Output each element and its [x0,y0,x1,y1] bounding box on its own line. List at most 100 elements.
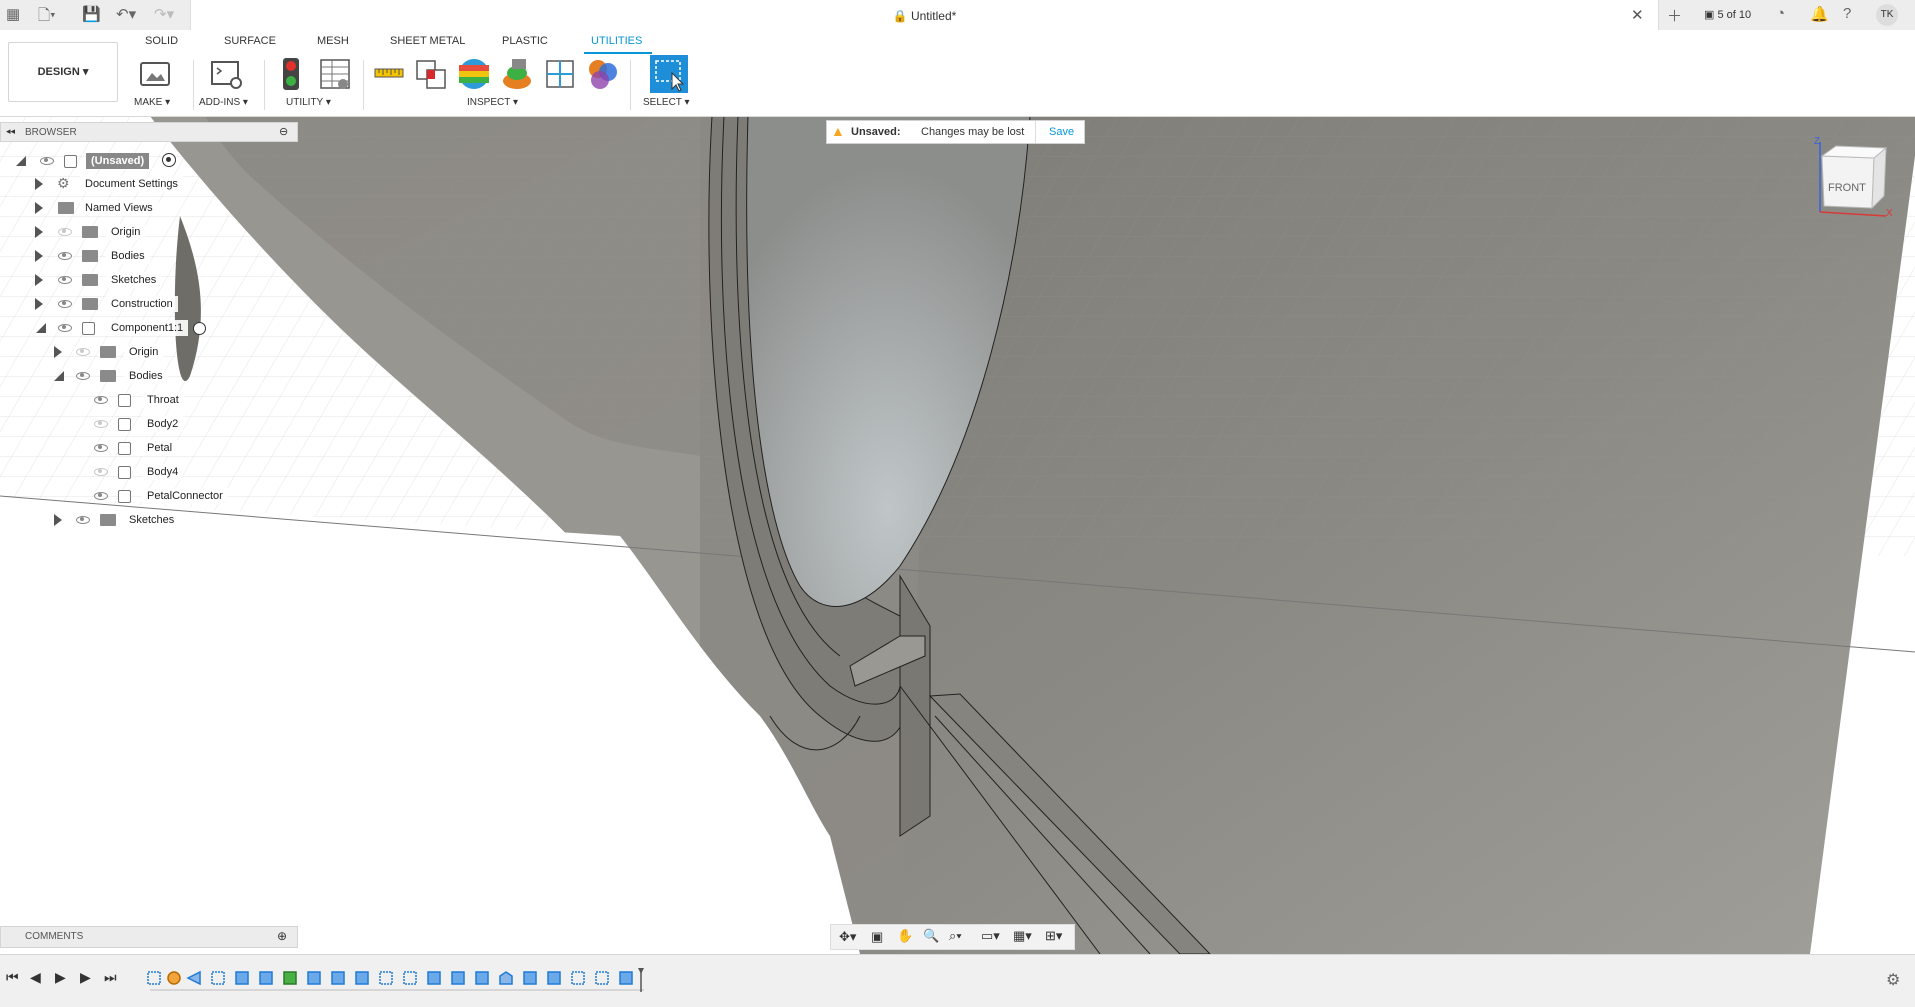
tab-utilities[interactable]: UTILITIES [591,35,642,47]
visibility-eye-icon[interactable] [76,372,90,380]
visibility-eye-icon[interactable] [94,396,108,404]
make-3dprint-icon[interactable] [138,57,172,91]
zoom-icon[interactable]: 🔍 [923,928,939,944]
timeline-play-icon[interactable]: ▶ [55,969,66,986]
expand-triangle-icon[interactable] [35,298,43,310]
clock-icon[interactable]: ◔ [1776,5,1785,22]
viewcube-face-label[interactable]: FRONT [1828,182,1866,194]
expand-triangle-icon[interactable] [35,178,43,190]
workspace-switcher[interactable]: DESIGN ▾ [8,42,118,102]
visibility-eye-icon[interactable] [76,348,90,356]
zebra-analysis-icon[interactable] [457,57,491,91]
browser-node-body-body2[interactable]: Body2 [0,413,220,435]
user-avatar[interactable]: TK [1876,4,1898,26]
tab-solid[interactable]: SOLID [145,35,178,47]
browser-node-body-throat[interactable]: Throat [0,389,220,411]
browser-root-node[interactable]: (Unsaved) [0,150,200,172]
visibility-eye-icon[interactable] [94,492,108,500]
expand-triangle-icon[interactable] [54,346,62,358]
viewcube[interactable]: FRONT Z X [1810,136,1910,226]
browser-node-bodies[interactable]: Bodies [0,245,200,267]
visibility-eye-icon[interactable] [94,468,108,476]
activate-radio-icon[interactable] [193,322,206,335]
parameters-table-icon[interactable] [318,57,352,91]
tab-surface[interactable]: SURFACE [224,35,276,47]
section-analysis-icon[interactable] [543,57,577,91]
timeline-start-icon[interactable]: ⏮ [6,969,19,986]
collapse-panel-icon[interactable]: ◂◂ [6,126,15,137]
expand-triangle-icon[interactable] [35,226,43,238]
expand-triangle-icon[interactable] [54,371,64,381]
timeline-next-icon[interactable]: ▶ [80,969,91,986]
interference-icon[interactable] [414,57,448,91]
bell-icon[interactable]: 🔔 [1810,5,1829,23]
expand-triangle-icon[interactable] [35,250,43,262]
visibility-eye-icon[interactable] [58,228,72,236]
expand-triangle-icon[interactable] [35,202,43,214]
scripts-addins-icon[interactable] [209,57,243,91]
browser-node-origin[interactable]: Origin [0,221,200,243]
group-select[interactable]: SELECT ▾ [643,97,690,108]
redo-icon[interactable]: ↷▾ [154,5,174,23]
component-color-cycle-icon[interactable] [586,57,620,91]
apps-grid-icon[interactable]: ▦ [6,5,20,23]
visibility-eye-icon[interactable] [58,324,72,332]
new-tab-icon[interactable]: ＋ [1667,5,1682,26]
timeline-track[interactable] [146,968,646,992]
timeline-settings-gear-icon[interactable]: ⚙ [1886,970,1900,990]
canvas-viewport[interactable] [0,116,1915,954]
job-status[interactable]: ▣ 5 of 10 [1704,8,1751,21]
browser-node-component-origin[interactable]: Origin [0,341,200,363]
save-button[interactable]: Save [1049,126,1074,138]
visibility-eye-icon[interactable] [94,420,108,428]
browser-node-body-petalconnector[interactable]: PetalConnector [0,485,240,507]
browser-node-component-bodies[interactable]: Bodies [0,365,200,387]
visibility-eye-icon[interactable] [58,276,72,284]
fit-icon[interactable]: ⌕▾ [949,928,962,944]
browser-node-named-views[interactable]: Named Views [0,197,200,219]
visibility-eye-icon[interactable] [94,444,108,452]
browser-node-body-petal[interactable]: Petal [0,437,220,459]
document-tab[interactable]: 🔒 Untitled* ✕ [190,0,1659,34]
visibility-eye-icon[interactable] [40,157,54,165]
add-comment-icon[interactable]: ⊕ [277,929,287,943]
group-make[interactable]: MAKE ▾ [134,97,170,108]
select-window-icon[interactable] [650,55,688,93]
browser-node-component[interactable]: Component1:1 [0,317,220,339]
browser-node-document-settings[interactable]: ⚙ Document Settings [0,173,200,195]
group-inspect[interactable]: INSPECT ▾ [467,97,518,108]
expand-triangle-icon[interactable] [16,156,26,166]
visibility-eye-icon[interactable] [76,516,90,524]
visibility-eye-icon[interactable] [58,252,72,260]
browser-node-construction[interactable]: Construction [0,293,200,315]
undo-icon[interactable]: ↶▾ [116,5,136,23]
pan-icon[interactable]: ✋ [897,928,913,944]
expand-triangle-icon[interactable] [54,514,62,526]
comments-panel[interactable]: COMMENTS ⊕ [0,926,298,948]
browser-node-body-body4[interactable]: Body4 [0,461,220,483]
file-menu-icon[interactable]: 🗋▾ [38,5,56,30]
browser-node-sketches[interactable]: Sketches [0,269,200,291]
grid-settings-icon[interactable]: ▦▾ [1013,928,1032,944]
tab-plastic[interactable]: PLASTIC [502,35,548,47]
traffic-light-icon[interactable] [274,57,308,91]
activate-radio-icon[interactable] [162,153,176,167]
expand-triangle-icon[interactable] [35,274,43,286]
save-icon[interactable]: 💾 [82,5,101,23]
help-icon[interactable]: ? [1843,5,1851,22]
orbit-icon[interactable]: ✥▾ [839,929,856,945]
timeline-prev-icon[interactable]: ◀ [30,969,41,986]
tab-mesh[interactable]: MESH [317,35,349,47]
browser-node-component-sketches[interactable]: Sketches [0,509,200,531]
close-tab-icon[interactable]: ✕ [1631,6,1644,24]
tab-sheet-metal[interactable]: SHEET METAL [390,35,465,47]
draft-analysis-icon[interactable] [500,57,534,91]
browser-minimize-icon[interactable]: ⊖ [279,125,288,138]
expand-triangle-icon[interactable] [36,323,46,333]
group-addins[interactable]: ADD-INS ▾ [199,97,248,108]
display-settings-icon[interactable]: ▭▾ [981,928,1000,944]
group-utility[interactable]: UTILITY ▾ [286,97,331,108]
measure-icon[interactable] [372,57,406,91]
timeline-end-icon[interactable]: ⏭ [104,969,117,986]
browser-header[interactable]: ◂◂ BROWSER ⊖ [0,122,298,142]
